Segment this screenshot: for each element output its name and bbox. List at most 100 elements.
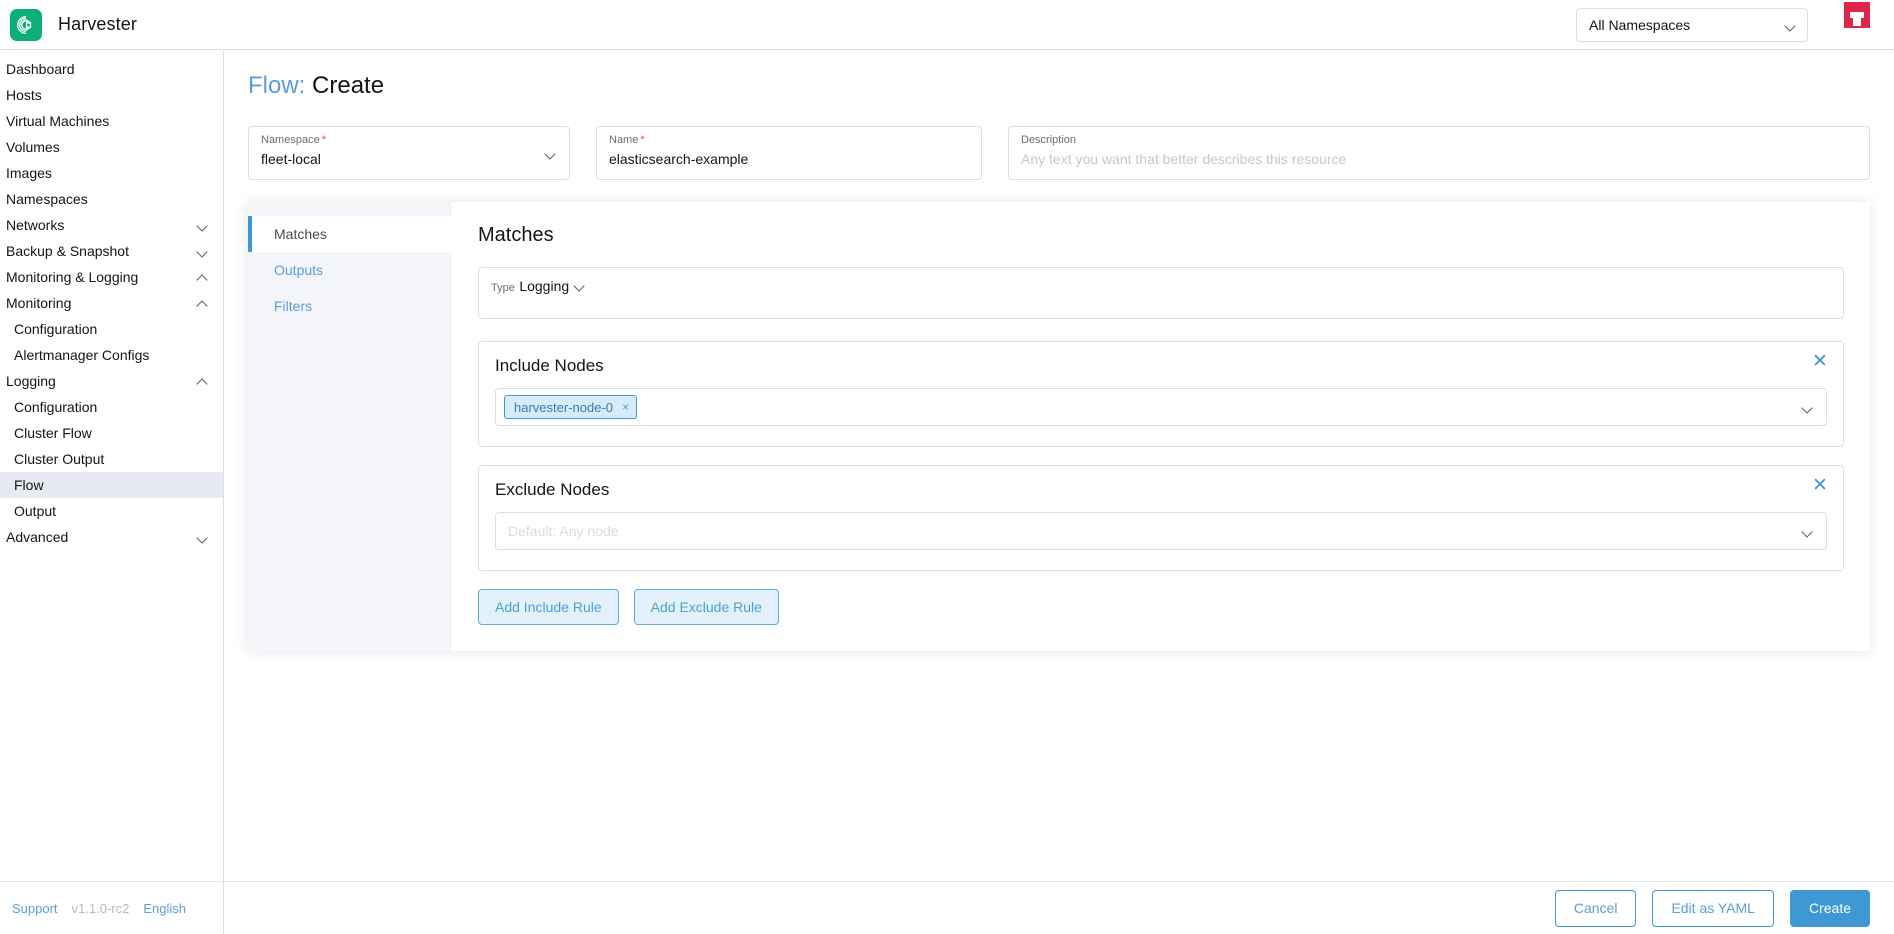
chevron-down-icon bbox=[574, 279, 586, 291]
sidebar-item-label: Configuration bbox=[14, 321, 209, 337]
node-multiselect[interactable]: Default: Any node bbox=[495, 512, 1827, 550]
sidebar-item-label: Alertmanager Configs bbox=[14, 347, 209, 363]
sidebar-item-virtual-machines[interactable]: Virtual Machines bbox=[0, 108, 223, 134]
tab-matches[interactable]: Matches bbox=[248, 216, 452, 252]
cancel-button[interactable]: Cancel bbox=[1555, 890, 1637, 927]
add-exclude-rule-button[interactable]: Add Exclude Rule bbox=[634, 589, 779, 625]
sidebar-item-monitoring-logging[interactable]: Monitoring & Logging bbox=[0, 264, 223, 290]
brand-name: Harvester bbox=[58, 14, 137, 35]
sidebar-item-cluster-output[interactable]: Cluster Output bbox=[0, 446, 223, 472]
sidebar-item-label: Logging bbox=[6, 373, 197, 389]
rule-card: Exclude Nodes✕ Default: Any node bbox=[478, 465, 1844, 571]
sidebar-item-flow[interactable]: Flow bbox=[0, 472, 223, 498]
resource-meta-row: Namespace* fleet-local Name* elasticsear… bbox=[248, 126, 1870, 180]
rule-card-title: Include Nodes bbox=[495, 356, 1827, 376]
sidebar-item-label: Cluster Flow bbox=[14, 425, 209, 441]
node-multiselect-placeholder: Default: Any node bbox=[508, 523, 619, 539]
flow-config-card: MatchesOutputsFilters Matches Type Loggi… bbox=[248, 202, 1870, 651]
create-button[interactable]: Create bbox=[1790, 890, 1870, 927]
namespace-filter-select[interactable]: All Namespaces bbox=[1576, 8, 1808, 42]
chevron-down-icon bbox=[197, 245, 209, 257]
sidebar-item-label: Output bbox=[14, 503, 209, 519]
namespace-filter-value: All Namespaces bbox=[1589, 17, 1785, 33]
close-icon[interactable]: ✕ bbox=[1811, 477, 1829, 495]
node-tag-label: harvester-node-0 bbox=[514, 400, 613, 415]
support-link[interactable]: Support bbox=[12, 901, 58, 916]
sidebar-item-dashboard[interactable]: Dashboard bbox=[0, 56, 223, 82]
sidebar-item-advanced[interactable]: Advanced bbox=[0, 524, 223, 550]
chevron-down-icon bbox=[1785, 19, 1797, 31]
type-select-label: Type bbox=[491, 282, 515, 294]
sidebar-item-label: Hosts bbox=[6, 87, 209, 103]
sidebar-item-label: Monitoring & Logging bbox=[6, 269, 197, 285]
sidebar-item-namespaces[interactable]: Namespaces bbox=[0, 186, 223, 212]
page-title-resource-link[interactable]: Flow: bbox=[248, 72, 305, 99]
footer-actions: Cancel Edit as YAML Create bbox=[224, 881, 1894, 934]
app-root: Harvester All Namespaces Dashboard Hosts V… bbox=[0, 0, 1894, 934]
chevron-down-icon bbox=[545, 147, 557, 159]
sidebar-item-cluster-flow[interactable]: Cluster Flow bbox=[0, 420, 223, 446]
name-field-value: elasticsearch-example bbox=[609, 148, 969, 170]
sidebar-nav-list: Dashboard Hosts Virtual Machines Volumes Ima… bbox=[0, 56, 223, 550]
sidebar-item-logging[interactable]: Logging bbox=[0, 368, 223, 394]
description-field[interactable]: Description Any text you want that bette… bbox=[1008, 126, 1870, 180]
matches-heading: Matches bbox=[478, 224, 1844, 247]
sidebar-item-label: Configuration bbox=[14, 399, 209, 415]
sidebar-item-label: Dashboard bbox=[6, 61, 209, 77]
sidebar-item-label: Backup & Snapshot bbox=[6, 243, 197, 259]
namespace-field-label: Namespace* bbox=[261, 134, 535, 147]
page-title: Flow: Create bbox=[248, 72, 1870, 100]
name-field[interactable]: Name* elasticsearch-example bbox=[596, 126, 982, 180]
description-field-placeholder: Any text you want that better describes … bbox=[1021, 148, 1857, 170]
sidebar-item-label: Cluster Output bbox=[14, 451, 209, 467]
rule-action-buttons: Add Include Rule Add Exclude Rule bbox=[478, 589, 1844, 625]
type-select-value: Logging bbox=[519, 278, 569, 294]
page-title-action: Create bbox=[312, 72, 384, 99]
card-tab-panel: Matches Type Logging Include Nodes✕harve… bbox=[452, 202, 1870, 651]
sidebar-item-alertmanager-configs[interactable]: Alertmanager Configs bbox=[0, 342, 223, 368]
sidebar-item-volumes[interactable]: Volumes bbox=[0, 134, 223, 160]
sidebar-item-label: Volumes bbox=[6, 139, 209, 155]
rules-list: Include Nodes✕harvester-node-0×Exclude N… bbox=[478, 341, 1844, 571]
harvester-logo-icon bbox=[10, 9, 42, 41]
sidebar-item-label: Networks bbox=[6, 217, 197, 233]
sidebar-item-backup-snapshot[interactable]: Backup & Snapshot bbox=[0, 238, 223, 264]
version-label: v1.1.0-rc2 bbox=[72, 901, 130, 916]
sidebar-item-monitoring[interactable]: Monitoring bbox=[0, 290, 223, 316]
chevron-down-icon bbox=[1802, 525, 1814, 537]
name-field-label: Name* bbox=[609, 134, 969, 147]
top-header: Harvester All Namespaces bbox=[0, 0, 1894, 50]
tab-outputs[interactable]: Outputs bbox=[248, 252, 452, 288]
chevron-down-icon bbox=[1802, 401, 1814, 413]
sidebar-item-configuration[interactable]: Configuration bbox=[0, 394, 223, 420]
namespace-field[interactable]: Namespace* fleet-local bbox=[248, 126, 570, 180]
primary-sidebar[interactable]: Dashboard Hosts Virtual Machines Volumes Ima… bbox=[0, 50, 224, 881]
add-include-rule-button[interactable]: Add Include Rule bbox=[478, 589, 619, 625]
main-content: Flow: Create Namespace* fleet-local Name… bbox=[224, 50, 1894, 881]
node-multiselect[interactable]: harvester-node-0 × bbox=[495, 388, 1827, 426]
sidebar-item-networks[interactable]: Networks bbox=[0, 212, 223, 238]
sidebar-item-label: Virtual Machines bbox=[6, 113, 209, 129]
sidebar-item-configuration[interactable]: Configuration bbox=[0, 316, 223, 342]
language-link[interactable]: English bbox=[143, 901, 186, 916]
brand[interactable]: Harvester bbox=[10, 9, 137, 41]
type-select[interactable]: Type Logging bbox=[478, 267, 1844, 319]
sidebar-item-output[interactable]: Output bbox=[0, 498, 223, 524]
required-marker: * bbox=[640, 134, 644, 146]
rule-card-title: Exclude Nodes bbox=[495, 480, 1827, 500]
tab-filters[interactable]: Filters bbox=[248, 288, 452, 324]
card-tab-list[interactable]: MatchesOutputsFilters bbox=[248, 202, 452, 651]
sidebar-item-hosts[interactable]: Hosts bbox=[0, 82, 223, 108]
namespace-field-value: fleet-local bbox=[261, 148, 535, 170]
edit-as-yaml-button[interactable]: Edit as YAML bbox=[1652, 890, 1774, 927]
description-field-label: Description bbox=[1021, 134, 1857, 147]
suse-logo[interactable] bbox=[1836, 2, 1878, 40]
close-icon[interactable]: × bbox=[622, 400, 629, 414]
node-tag: harvester-node-0 × bbox=[504, 395, 637, 419]
close-icon[interactable]: ✕ bbox=[1811, 353, 1829, 371]
required-marker: * bbox=[322, 134, 326, 146]
sidebar-item-images[interactable]: Images bbox=[0, 160, 223, 186]
chevron-down-icon bbox=[197, 531, 209, 543]
chevron-up-icon bbox=[197, 375, 209, 387]
sidebar-item-label: Namespaces bbox=[6, 191, 209, 207]
